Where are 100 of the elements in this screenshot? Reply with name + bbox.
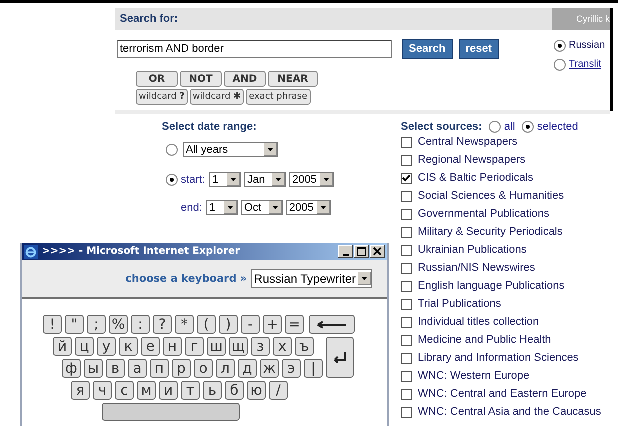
key[interactable]: ( <box>197 315 216 334</box>
key[interactable]: = <box>285 315 304 334</box>
key[interactable]: р <box>172 359 191 378</box>
key[interactable]: я <box>71 381 90 400</box>
checkbox[interactable] <box>401 190 412 202</box>
minimize-button[interactable] <box>338 245 353 258</box>
checkbox[interactable] <box>401 244 412 256</box>
source-label: Social Sciences & Humanities <box>418 190 564 202</box>
key[interactable]: л <box>216 359 235 378</box>
key[interactable]: х <box>273 337 292 356</box>
radio-button[interactable] <box>166 144 178 156</box>
day-select[interactable]: 1 <box>206 200 238 215</box>
years-select[interactable]: All years <box>183 142 278 157</box>
day-select[interactable]: 1 <box>209 172 242 187</box>
backspace-key[interactable] <box>309 315 355 334</box>
key[interactable]: й <box>53 337 72 356</box>
checkbox[interactable] <box>401 262 412 274</box>
key[interactable]: б <box>225 381 244 400</box>
checkbox[interactable] <box>401 388 412 400</box>
operator-button[interactable]: exact phrase <box>246 89 311 105</box>
key[interactable]: ч <box>93 381 112 400</box>
enter-key[interactable] <box>326 337 354 378</box>
checkbox[interactable] <box>401 172 412 184</box>
search-button[interactable]: Search <box>402 39 453 59</box>
checkbox[interactable] <box>401 226 412 238</box>
source-label: WNC: Central and Eastern Europe <box>418 388 587 400</box>
key[interactable]: " <box>65 315 84 334</box>
operator-button[interactable]: NOT <box>180 71 222 87</box>
checkbox[interactable] <box>401 280 412 292</box>
radio-button[interactable] <box>489 121 502 133</box>
key[interactable]: к <box>119 337 138 356</box>
key[interactable]: * <box>175 315 194 334</box>
checkbox[interactable] <box>401 406 412 418</box>
key[interactable]: ж <box>260 359 279 378</box>
checkbox[interactable] <box>401 316 412 328</box>
key[interactable]: с <box>115 381 134 400</box>
radio-button[interactable] <box>554 58 566 70</box>
section-title: Search for: <box>120 13 178 25</box>
key[interactable]: % <box>109 315 128 334</box>
checkbox[interactable] <box>401 370 412 382</box>
close-button[interactable] <box>370 245 385 258</box>
key[interactable]: ю <box>247 381 266 400</box>
key[interactable]: ! <box>43 315 62 334</box>
operator-button[interactable]: AND <box>224 71 266 87</box>
key[interactable]: ы <box>84 359 103 378</box>
checkbox[interactable] <box>401 136 412 148</box>
reset-button[interactable]: reset <box>458 39 499 59</box>
caret-icon <box>320 173 334 186</box>
operator-button[interactable]: OR <box>136 71 178 87</box>
key[interactable]: з <box>251 337 270 356</box>
key[interactable]: ъ <box>295 337 314 356</box>
month-select[interactable]: Oct <box>241 200 284 215</box>
year-select[interactable]: 2005 <box>286 200 332 215</box>
key[interactable]: / <box>269 381 288 400</box>
checkbox[interactable] <box>401 334 412 346</box>
key[interactable]: ф <box>62 359 81 378</box>
key[interactable]: у <box>97 337 116 356</box>
radio-button[interactable] <box>166 174 178 186</box>
space-key[interactable] <box>102 403 240 421</box>
key[interactable]: ; <box>87 315 106 334</box>
checkbox[interactable] <box>401 298 412 310</box>
key[interactable]: п <box>150 359 169 378</box>
keyboard-select[interactable]: Russian Typewriter <box>251 269 372 288</box>
key[interactable]: д <box>238 359 257 378</box>
key[interactable]: е <box>141 337 160 356</box>
radio-button[interactable] <box>522 121 534 133</box>
key[interactable]: ) <box>219 315 238 334</box>
search-field[interactable]: terrorism AND border <box>117 40 392 58</box>
key[interactable]: а <box>128 359 147 378</box>
year-select[interactable]: 2005 <box>289 172 334 187</box>
key[interactable]: т <box>181 381 200 400</box>
key[interactable]: э <box>282 359 301 378</box>
key[interactable]: | <box>304 359 323 378</box>
key[interactable]: о <box>194 359 213 378</box>
option-link[interactable]: Translit <box>569 59 602 70</box>
caret-icon <box>264 143 277 156</box>
operator-button[interactable]: wildcard ? <box>136 89 188 105</box>
operator-button[interactable]: NEAR <box>268 71 318 87</box>
key[interactable]: г <box>185 337 204 356</box>
checkbox[interactable] <box>401 208 412 220</box>
key[interactable]: - <box>241 315 260 334</box>
checkbox[interactable] <box>401 154 412 166</box>
checkbox[interactable] <box>401 352 412 364</box>
key[interactable]: ь <box>203 381 222 400</box>
key[interactable]: в <box>106 359 125 378</box>
key[interactable]: щ <box>229 337 248 356</box>
radio-button[interactable] <box>554 40 566 52</box>
key[interactable]: ц <box>75 337 94 356</box>
key[interactable]: + <box>263 315 282 334</box>
key[interactable]: и <box>159 381 178 400</box>
key[interactable]: ш <box>207 337 226 356</box>
month-select[interactable]: Jan <box>244 172 286 187</box>
key[interactable]: : <box>131 315 150 334</box>
operator-button[interactable]: wildcard ✱ <box>190 89 244 105</box>
source-label: Individual titles collection <box>418 316 540 328</box>
maximize-button[interactable] <box>354 245 369 258</box>
key[interactable]: м <box>137 381 156 400</box>
source-label: Medicine and Public Health <box>418 334 552 346</box>
key[interactable]: ? <box>153 315 172 334</box>
key[interactable]: н <box>163 337 182 356</box>
